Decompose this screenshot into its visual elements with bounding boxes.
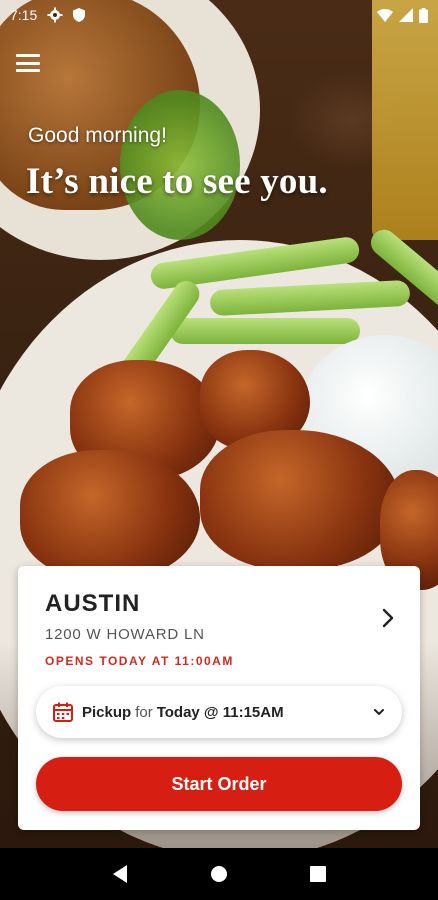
pickup-mode: Pickup — [82, 703, 132, 721]
location-address: 1200 W HOWARD LN — [45, 626, 205, 643]
shield-icon — [73, 8, 86, 22]
gear-icon — [47, 7, 63, 23]
headline-text: It’s nice to see you. — [26, 161, 328, 202]
recents-icon[interactable] — [306, 862, 330, 886]
start-order-button[interactable]: Start Order — [36, 757, 402, 811]
system-nav-bar — [0, 848, 438, 900]
home-icon[interactable] — [207, 862, 231, 886]
chevron-down-icon — [374, 709, 384, 715]
status-time: 7:15 — [10, 7, 38, 23]
back-icon[interactable] — [108, 862, 132, 886]
chevron-right-icon[interactable] — [378, 606, 398, 630]
greeting-text: Good morning! — [28, 124, 167, 147]
pickup-for-label: for — [135, 703, 153, 721]
location-card: AUSTIN 1200 W HOWARD LN OPENS TODAY AT 1… — [18, 566, 420, 830]
pickup-time: Today @ 11:15AM — [156, 703, 284, 721]
status-bar: 7:15 — [0, 0, 438, 30]
wifi-icon — [377, 9, 393, 22]
hamburger-menu-icon[interactable] — [16, 52, 40, 74]
location-city: AUSTIN — [45, 590, 141, 617]
signal-icon — [399, 8, 413, 22]
battery-icon — [419, 7, 428, 23]
location-hours: OPENS TODAY AT 11:00AM — [45, 654, 234, 668]
calendar-icon — [53, 702, 73, 722]
pickup-time-selector[interactable]: Pickup for Today @ 11:15AM — [36, 686, 402, 738]
